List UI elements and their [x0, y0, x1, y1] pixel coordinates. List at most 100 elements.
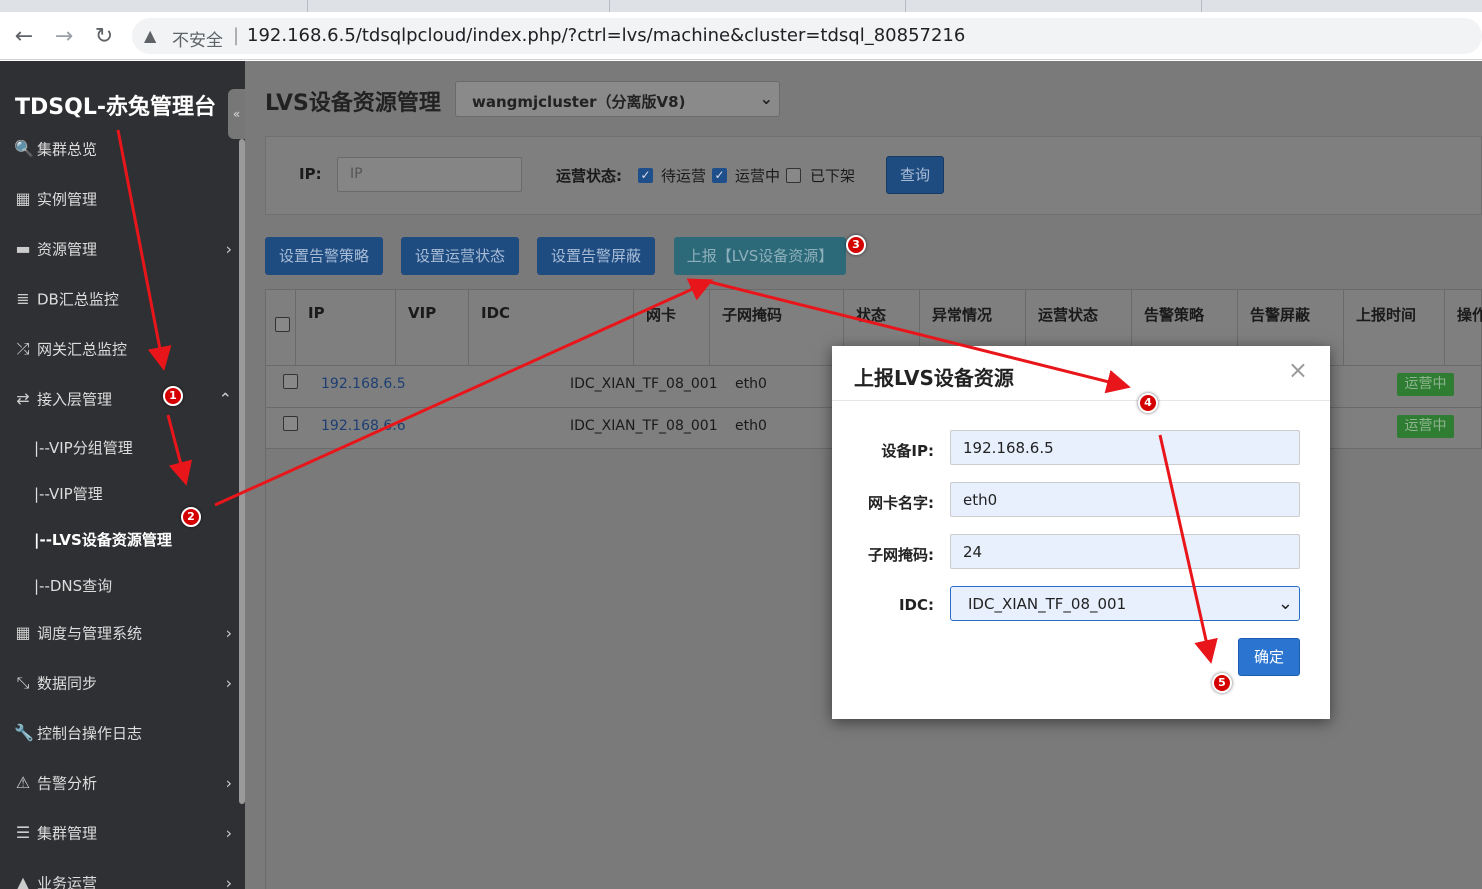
road-icon: ▲ [16, 873, 30, 889]
sidebar-item-gateway-monitor[interactable]: ⤮ 网关汇总监控 [0, 324, 238, 374]
compress-icon: ⤡ [16, 673, 30, 692]
sidebar-item-alerts[interactable]: ⚠ 告警分析 › [0, 758, 238, 808]
chevron-right-icon: › [225, 873, 232, 889]
status-badge: 运营中 [1397, 415, 1454, 438]
shuffle-icon: ⤮ [16, 339, 30, 358]
warning-triangle-icon[interactable]: ▲ [144, 26, 156, 45]
set-alert-shield-button[interactable]: 设置告警屏蔽 [537, 237, 655, 275]
sidebar-item-scheduling[interactable]: ▦ 调度与管理系统 › [0, 608, 238, 658]
sidebar-subitem-lvs[interactable]: |--LVS设备资源管理 [34, 529, 172, 550]
checkbox-pending[interactable]: ✓ [638, 168, 653, 183]
row-idc: IDC_XIAN_TF_08_001 [570, 376, 718, 392]
address-separator: | [233, 25, 240, 46]
status-badge: 运营中 [1397, 373, 1454, 396]
browser-tab[interactable] [610, 0, 906, 12]
annotation-marker: 1 [163, 386, 183, 406]
device-ip-label: 设备IP: [881, 442, 934, 460]
chevron-up-icon: ⌃ [218, 389, 232, 409]
header-label: 网卡 [646, 306, 677, 324]
annotation-marker: 5 [1212, 673, 1232, 693]
sidebar-item-label: 接入层管理 [37, 390, 113, 409]
retweet-icon: ⇄ [16, 389, 30, 408]
annotation-marker: 4 [1138, 393, 1158, 413]
sidebar-subitem-vip[interactable]: |--VIP管理 [34, 483, 103, 504]
row-nic: eth0 [735, 376, 767, 392]
sidebar-item-label: 控制台操作日志 [37, 724, 143, 743]
checkbox-pending-label: 待运营 [661, 167, 707, 185]
sidebar-item-label: 实例管理 [37, 190, 98, 209]
sidebar-item-resources[interactable]: ▬ 资源管理 › [0, 224, 238, 274]
brand-title: TDSQL-赤兔管理台 [15, 95, 216, 120]
sidebar: TDSQL-赤兔管理台 « 🔍 集群总览 ▦ 实例管理 ▬ 资源管理 › ≣ D… [0, 61, 245, 889]
checkbox-running[interactable]: ✓ [712, 168, 727, 183]
header-nic: 网卡 [634, 290, 710, 365]
header-label: 操作 [1457, 306, 1482, 324]
cluster-select[interactable]: wangmjcluster（分离版V8) ⌄ [455, 81, 780, 117]
header-label: 告警屏蔽 [1250, 306, 1311, 324]
sidebar-item-cluster-manage[interactable]: ☰ 集群管理 › [0, 808, 238, 858]
url-text[interactable]: 192.168.6.5/tdsqlpcloud/index.php/?ctrl=… [247, 25, 965, 46]
checkbox-offline-label: 已下架 [810, 167, 856, 185]
query-button[interactable]: 查询 [886, 156, 944, 194]
sidebar-subitem-dns[interactable]: |--DNS查询 [34, 575, 112, 596]
header-label: IDC [481, 304, 511, 322]
annotation-marker: 2 [181, 507, 201, 527]
sidebar-item-data-sync[interactable]: ⤡ 数据同步 › [0, 658, 238, 708]
header-select-all [266, 290, 296, 365]
sidebar-subitem-vip-group[interactable]: |--VIP分组管理 [34, 437, 133, 458]
idc-label: IDC: [898, 596, 934, 614]
checkbox-offline[interactable] [786, 168, 801, 183]
forward-button[interactable]: → [50, 24, 78, 49]
chevron-right-icon: › [225, 623, 232, 643]
sidebar-item-access-layer[interactable]: ⇄ 接入层管理 ⌃ [0, 374, 238, 424]
browser-tab[interactable] [906, 0, 1202, 12]
set-alert-policy-button[interactable]: 设置告警策略 [265, 237, 383, 275]
close-icon[interactable]: × [1288, 356, 1308, 384]
wrench-icon: 🔧 [14, 723, 34, 742]
header-idc: IDC [469, 290, 634, 365]
device-ip-input[interactable]: 192.168.6.5 [950, 430, 1300, 465]
subnet-mask-input[interactable]: 24 [950, 534, 1300, 569]
row-checkbox[interactable] [283, 416, 298, 431]
row-ip-link[interactable]: 192.168.6.6 [321, 418, 406, 434]
filter-panel: IP: IP 运营状态: ✓ 待运营 ✓ 运营中 已下架 查询 [265, 136, 1482, 215]
insecure-label[interactable]: 不安全 [172, 26, 223, 51]
sidebar-item-business-ops[interactable]: ▲ 业务运营 › [0, 858, 238, 889]
select-all-checkbox[interactable] [275, 317, 290, 332]
modal-title: 上报LVS设备资源 [854, 366, 1014, 390]
header-label: 异常情况 [932, 306, 993, 324]
confirm-button[interactable]: 确定 [1238, 638, 1300, 676]
idc-select[interactable]: IDC_XIAN_TF_08_001 ⌄ [950, 586, 1300, 621]
sidebar-item-label: 集群总览 [37, 140, 98, 159]
arrow-left-icon: ← [14, 24, 34, 49]
hdd-icon: ▬ [15, 239, 31, 258]
address-bar[interactable]: ▲ 不安全 | 192.168.6.5/tdsqlpcloud/index.ph… [132, 18, 1482, 54]
header-label: 上报时间 [1356, 306, 1417, 324]
alert-icon: ⚠ [15, 773, 31, 792]
browser-tab[interactable] [0, 0, 308, 12]
annotation-marker: 3 [846, 235, 866, 255]
row-ip-link[interactable]: 192.168.6.5 [321, 376, 406, 392]
sidebar-item-cluster-overview[interactable]: 🔍 集群总览 [0, 124, 238, 174]
nic-name-input[interactable]: eth0 [950, 482, 1300, 517]
ip-filter-input[interactable]: IP [337, 157, 522, 192]
sidebar-item-oplog[interactable]: 🔧 控制台操作日志 [0, 708, 238, 758]
reload-button[interactable]: ↻ [90, 24, 118, 49]
header-label: 子网掩码 [722, 306, 783, 324]
sidebar-item-db-monitor[interactable]: ≣ DB汇总监控 [0, 274, 238, 324]
report-lvs-button[interactable]: 上报【LVS设备资源】 [674, 237, 846, 275]
th-large-icon: ▦ [15, 623, 31, 642]
browser-tab[interactable] [308, 0, 610, 12]
sidebar-item-instances[interactable]: ▦ 实例管理 [0, 174, 238, 224]
back-button[interactable]: ← [10, 24, 38, 49]
chevron-right-icon: › [225, 773, 232, 793]
search-icon: 🔍 [14, 139, 34, 158]
row-idc: IDC_XIAN_TF_08_001 [570, 418, 718, 434]
nic-name-label: 网卡名字: [868, 494, 934, 512]
header-ip: IP [296, 290, 396, 365]
sidebar-item-label: 告警分析 [37, 774, 98, 793]
sidebar-item-label: DB汇总监控 [37, 290, 119, 309]
row-checkbox[interactable] [283, 374, 298, 389]
subnet-mask-label: 子网掩码: [868, 546, 934, 564]
set-ops-status-button[interactable]: 设置运营状态 [401, 237, 519, 275]
